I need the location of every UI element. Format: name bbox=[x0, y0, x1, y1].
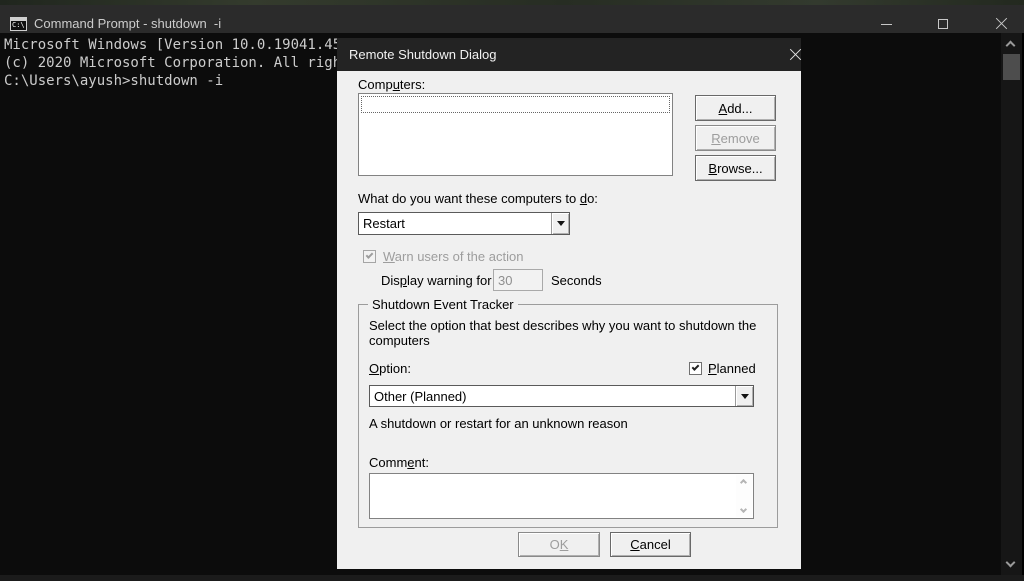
add-button[interactable]: Add... bbox=[695, 95, 776, 121]
warn-users-checkbox bbox=[363, 250, 376, 263]
cmd-titlebar[interactable]: C:\ Command Prompt - shutdown -i bbox=[0, 5, 1024, 33]
action-label: What do you want these computers to do: bbox=[358, 191, 598, 206]
warning-seconds-input bbox=[493, 269, 543, 291]
cmd-icon: C:\ bbox=[10, 17, 27, 31]
terminal-lines: Microsoft Windows [Version 10.0.19041.45… bbox=[4, 37, 342, 89]
remove-button: Remove bbox=[695, 125, 776, 151]
shutdown-event-tracker-group: Shutdown Event Tracker Select the option… bbox=[358, 297, 778, 528]
cancel-button[interactable]: Cancel bbox=[610, 532, 691, 557]
scroll-down-icon[interactable] bbox=[739, 505, 748, 514]
comment-scrollbar[interactable] bbox=[736, 475, 752, 517]
maximize-icon bbox=[938, 19, 948, 29]
comment-label: Comment: bbox=[369, 455, 429, 470]
dialog-title: Remote Shutdown Dialog bbox=[349, 47, 497, 62]
display-warning-label: Display warning for bbox=[381, 273, 492, 288]
browse-button[interactable]: Browse... bbox=[695, 155, 776, 181]
scroll-up-icon[interactable] bbox=[1005, 40, 1016, 51]
combo-dropdown-button[interactable] bbox=[735, 386, 753, 406]
close-icon bbox=[995, 17, 1008, 30]
action-combobox[interactable]: Restart bbox=[358, 212, 570, 235]
scroll-down-icon[interactable] bbox=[1005, 557, 1016, 568]
ok-button: OK bbox=[518, 532, 600, 557]
terminal-scrollbar[interactable] bbox=[1001, 33, 1022, 575]
computers-listbox[interactable] bbox=[358, 93, 673, 176]
planned-label: Planned bbox=[708, 361, 756, 376]
dialog-titlebar[interactable]: Remote Shutdown Dialog bbox=[337, 38, 802, 71]
group-title: Shutdown Event Tracker bbox=[368, 297, 518, 312]
reason-value: Other (Planned) bbox=[374, 388, 467, 404]
listbox-focus-rect bbox=[361, 96, 670, 113]
comment-textarea[interactable] bbox=[369, 473, 754, 519]
scrollbar-thumb[interactable] bbox=[1003, 54, 1020, 80]
combo-dropdown-button[interactable] bbox=[551, 213, 569, 234]
close-icon bbox=[789, 48, 802, 61]
action-value: Restart bbox=[363, 216, 405, 231]
warn-users-label: Warn users of the action bbox=[383, 249, 524, 264]
option-label: Option: bbox=[369, 361, 411, 376]
planned-checkbox[interactable] bbox=[689, 362, 702, 375]
scroll-up-icon[interactable] bbox=[739, 478, 748, 487]
chevron-down-icon bbox=[740, 393, 749, 399]
reason-description: A shutdown or restart for an unknown rea… bbox=[369, 416, 628, 431]
checkmark-icon bbox=[691, 363, 700, 371]
checkmark-icon bbox=[365, 251, 374, 259]
group-description: Select the option that best describes wh… bbox=[369, 318, 757, 348]
seconds-label: Seconds bbox=[551, 273, 602, 288]
taskbar[interactable] bbox=[0, 575, 1024, 581]
reason-combobox[interactable]: Other (Planned) bbox=[369, 385, 754, 407]
computers-label: Computers: bbox=[358, 77, 426, 92]
remote-shutdown-dialog: Remote Shutdown Dialog Computers: Add...… bbox=[337, 38, 802, 569]
chevron-down-icon bbox=[556, 221, 565, 226]
screen: C:\ Command Prompt - shutdown -i Microso… bbox=[0, 0, 1024, 581]
minimize-icon bbox=[881, 24, 892, 25]
